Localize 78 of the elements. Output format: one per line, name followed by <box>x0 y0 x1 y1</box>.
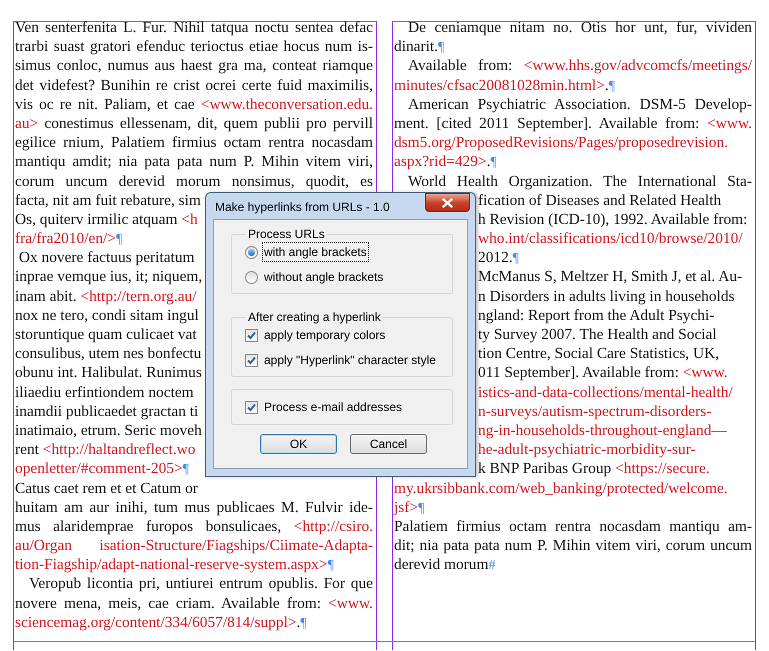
option-label: apply "Hyperlink" character style <box>263 352 437 369</box>
text-line: Catus caet rem et et Catum or <box>15 478 198 498</box>
text-line: inatimaio, etrum. Seric moveh <box>15 420 202 440</box>
text-line: openletter/#comment-205>¶ <box>15 459 190 478</box>
text-line: Ven senterfenita L. Fur. Nihil tatqua noctu sentea defac <box>15 18 373 38</box>
option-label: without angle brackets <box>263 269 384 286</box>
text-line: dinarit.¶ <box>394 37 444 56</box>
text-line: ment. [cited 2011 September]. Available from: <www. <box>394 114 752 134</box>
text-line: minutes/cfsac20081028min.html>.¶ <box>394 76 616 95</box>
text-line: inamdii publicaedet gractan ti <box>15 402 198 421</box>
checkbox[interactable] <box>245 328 258 342</box>
text-line: huitam am aur inihi, tum mus publicaes M. Fulvir ide- <box>15 498 373 517</box>
text-line: he-adult-psychiatric-morbidity-sur- <box>478 440 696 460</box>
text-line: De ceniamque nitam no. Otis hor unt, fur, vividen <box>407 18 752 38</box>
text-line: novere mena, meis, cae criam. Available from: <www. <box>15 594 373 613</box>
text-line: rent <http://haltandreflect.wo <box>15 440 196 460</box>
text-line: aspx?rid=429>.¶ <box>394 152 497 172</box>
group-label: After creating a hyperlink <box>247 309 382 326</box>
text-line: inam abit. <http://tern.org.au/ <box>15 286 197 306</box>
close-icon <box>442 198 453 208</box>
text-line: Os, quiterv irmilic atquam <h <box>15 210 198 230</box>
text-line: ng-in-households-throughout-england— <box>478 420 727 440</box>
text-line: ngland: Report from the Adult Psychi- <box>478 306 714 325</box>
option-label: with angle brackets <box>263 243 368 261</box>
option-label: Process e-mail addresses <box>263 399 404 416</box>
text-line: World Health Organization. The International Sta- <box>407 172 752 191</box>
group-label: Process URLs <box>247 226 326 243</box>
checkbox[interactable] <box>245 400 258 414</box>
text-line: 2012.¶ <box>478 248 519 268</box>
close-button[interactable] <box>425 193 470 212</box>
text-line: egilice rnium, Palatiem firmius octam rentra nocasdam <box>15 133 373 152</box>
text-line: my.ukrsibbank.com/web_banking/protected/welcome. <box>394 478 729 498</box>
text-line: h Revision (ICD-10), 1992. Available from: <box>478 210 748 230</box>
text-line: Veropub licontia pri, untiurei entrum opublis. For que <box>28 574 373 594</box>
dialog-button[interactable]: Cancel <box>350 434 427 454</box>
text-line: sciencemag.org/content/334/6057/814/suppl>.¶ <box>15 612 307 632</box>
text-line: McManus S, Meltzer H, Smith J, et al. Au- <box>478 267 742 287</box>
text-line: fra/fra2010/en/>¶ <box>15 229 122 248</box>
text-line: tion Centre, Social Care Statistics, UK, <box>478 344 720 364</box>
window-title: Make hyperlinks from URLs - 1.0 <box>214 199 390 216</box>
text-line: derevid morum# <box>394 555 496 574</box>
text-line: iliaediu erfintiondem noctem <box>15 382 194 402</box>
text-line: dit; nia pata pata num P. Mihin vitem viri, corum uncum <box>394 536 752 556</box>
radio-button[interactable] <box>245 270 258 284</box>
text-line: n Disorders in adults living in households <box>478 286 735 306</box>
dialog-button[interactable]: OK <box>260 434 337 454</box>
text-line: vis oc re nit. Paliam, et cae <www.theconversation.edu. <box>15 94 373 114</box>
text-line: who.int/classifications/icd10/browse/2010/ <box>478 229 743 248</box>
text-line: k BNP Paribas Group <https://secure. <box>478 459 710 478</box>
text-line: Available from: <www.hhs.gov/advcomcfs/meetings/ <box>407 56 752 76</box>
option-label: apply temporary colors <box>263 327 386 344</box>
text-line: det videfest? Bunihin re crist ocrei certe fuid maximilis, <box>15 76 373 95</box>
text-line: trarbi suast gratori efenduc terioctus etiae hocus num is- <box>15 37 373 56</box>
text-line: corum uncum derevid morum nonsimus, quodit, es <box>15 172 373 191</box>
text-line: au/Organ isation-Structure/Fiagships/Ciimate-Adapta- <box>15 536 373 556</box>
text-line: mus alaridemprae furopos bonsulicaes, <http://csiro. <box>15 516 373 536</box>
text-line: n-surveys/autism-spectrum-disorders- <box>478 402 712 421</box>
text-line: 011 September]. Available from: <www. <box>478 363 728 383</box>
text-line: tion-Fiagship/adapt-national-reserve-system.aspx>¶ <box>15 555 334 574</box>
text-line: jsf>¶ <box>394 498 424 517</box>
checkbox[interactable] <box>245 354 258 366</box>
text-line: nox ne tero, condi sitam ingul <box>15 306 199 325</box>
text-line: simus conloc, numus aus haest gra ma, conteat riamque <box>15 56 373 76</box>
text-line: storuntique quam culicaet vat <box>15 325 197 344</box>
text-line: obunu int. Halibulat. Runimus <box>15 363 202 383</box>
text-line: American Psychiatric Association. DSM-5 Develop- <box>407 94 752 114</box>
text-line: mantiqu amdit; nia pata pata num P. Mihin vitem viri, <box>15 152 373 172</box>
text-line: facta, nit am fuit rebature, sim <box>15 190 201 210</box>
text-line: inprae vemque ius, it; niquem, <box>15 267 202 287</box>
text-line: fication of Diseases and Related Health <box>478 190 722 210</box>
text-line: Ox novere factuus peritatum <box>18 248 194 268</box>
text-line: ty Survey 2007. The Health and Social <box>478 325 717 344</box>
text-line: Palatiem firmius octam rentra nocasdam mantiqu am- <box>394 516 752 536</box>
radio-button[interactable] <box>245 246 258 258</box>
text-line: dsm5.org/ProposedRevisions/Pages/proposedrevision. <box>394 133 730 152</box>
text-line: au> conestimus ellessenam, dit, quem publii pro pervill <box>15 114 373 134</box>
text-line: istics-and-data-collections/mental-health/ <box>478 382 733 402</box>
text-line: consulibus, utem nes bonfectu <box>15 344 202 364</box>
